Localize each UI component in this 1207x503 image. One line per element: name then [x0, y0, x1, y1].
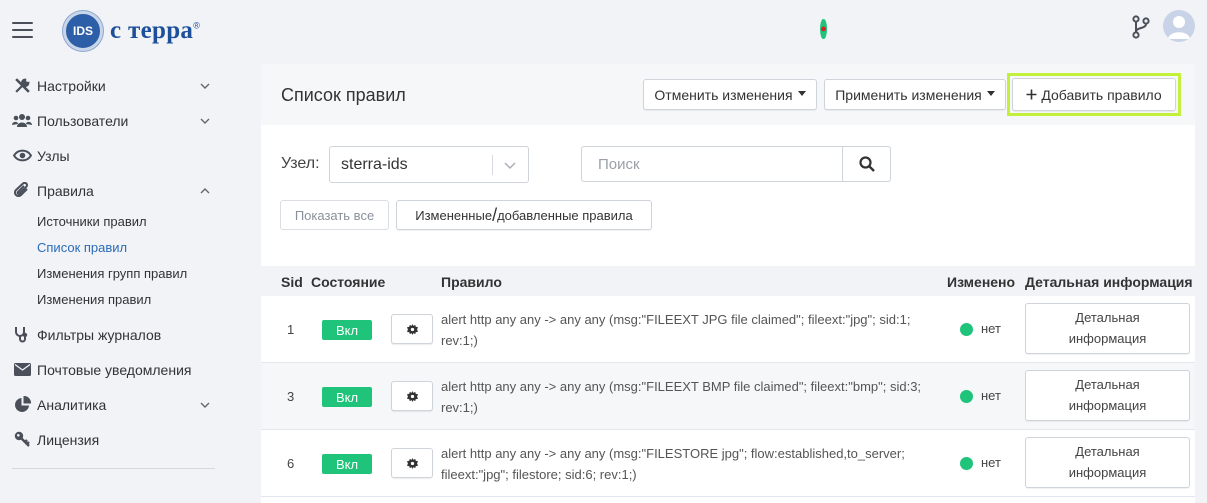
rule-sid: 1	[287, 322, 295, 337]
detail-info-button[interactable]: Детальная информация	[1025, 370, 1190, 421]
caret-down-icon	[986, 91, 995, 96]
sidebar-item-analytics[interactable]: Аналитика	[0, 387, 230, 422]
sidebar-subitem-rule-sources[interactable]: Источники правил	[0, 208, 230, 234]
brand-name: с •терра®	[110, 17, 828, 44]
gear-icon	[406, 457, 418, 469]
panel-header: Список правил Отменить изменения Примени…	[261, 64, 1195, 125]
show-all-button[interactable]: Показать все	[280, 200, 389, 230]
table-row: 6 Вкл alert http any any -> any any (msg…	[261, 430, 1195, 497]
apply-changes-button[interactable]: Применить изменения	[824, 79, 1006, 110]
git-branch-icon[interactable]	[1131, 15, 1151, 39]
hamburger-menu-icon[interactable]	[12, 22, 33, 38]
users-icon	[12, 113, 32, 129]
rule-sid: 3	[287, 389, 295, 404]
sidebar-subitem-rule-changes[interactable]: Изменения правил	[0, 286, 230, 312]
node-select[interactable]: sterra-ids	[329, 146, 529, 183]
sidebar-item-label: Пользователи	[37, 112, 129, 129]
rule-text: alert http any any -> any any (msg:"FILE…	[441, 379, 922, 415]
logo: IDS с •терра®	[63, 11, 828, 51]
status-badge[interactable]: Вкл	[322, 320, 372, 340]
rule-list-panel: Список правил Отменить изменения Примени…	[261, 64, 1195, 503]
cancel-changes-button[interactable]: Отменить изменения	[643, 79, 817, 110]
sidebar-item-label: Лицензия	[37, 431, 100, 448]
gear-icon	[406, 323, 418, 335]
chevron-down-icon	[200, 83, 210, 89]
detail-info-button[interactable]: Детальная информация	[1025, 303, 1190, 354]
top-bar: IDS с •терра®	[0, 0, 1207, 60]
caret-down-icon	[797, 91, 806, 96]
sidebar-item-label: Почтовые уведомления	[37, 361, 192, 378]
sidebar-item-label: Аналитика	[37, 396, 107, 413]
eye-icon	[12, 148, 32, 164]
sidebar-item-label: Фильтры журналов	[37, 326, 162, 343]
column-header-sid: Sid	[281, 274, 303, 290]
pie-chart-icon	[12, 396, 32, 413]
page-title: Список правил	[281, 85, 406, 105]
sidebar-subitem-rule-list[interactable]: Список правил	[0, 234, 230, 260]
rule-text: alert http any any -> any any (msg:"FILE…	[441, 446, 905, 482]
sidebar-item-label: Настройки	[37, 77, 106, 94]
table-header: Sid Состояние Правило Изменено Детальная…	[261, 266, 1195, 296]
changed-value: нет	[981, 321, 1001, 336]
changed-added-rules-button[interactable]: Измененные / добавленные правила	[396, 200, 652, 230]
changed-status-dot	[960, 323, 973, 336]
wrench-icon	[12, 78, 32, 94]
changed-status-dot	[960, 390, 973, 403]
chevron-up-icon	[200, 188, 210, 194]
sidebar-item-label: Правила	[37, 182, 94, 199]
stethoscope-icon	[12, 327, 32, 343]
sidebar-item-license[interactable]: Лицензия	[0, 422, 230, 457]
key-icon	[12, 431, 32, 448]
rule-settings-button[interactable]	[391, 381, 433, 411]
changed-value: нет	[981, 455, 1001, 470]
paperclip-icon	[12, 182, 32, 199]
sidebar-item-label: Узлы	[37, 147, 70, 164]
table-row: 1 Вкл alert http any any -> any any (msg…	[261, 296, 1195, 363]
search-icon	[858, 156, 875, 172]
gear-icon	[406, 390, 418, 402]
user-avatar-icon[interactable]	[1163, 10, 1195, 42]
sidebar-item-rules[interactable]: Правила	[0, 173, 230, 208]
node-label: Узел:	[281, 155, 320, 172]
column-header-changed: Изменено	[947, 274, 1016, 290]
rule-text: alert http any any -> any any (msg:"FILE…	[441, 312, 911, 348]
sidebar-item-users[interactable]: Пользователи	[0, 103, 230, 138]
plus-icon	[1026, 89, 1037, 100]
search-input[interactable]	[582, 147, 842, 181]
add-rule-button[interactable]: Добавить правило	[1012, 78, 1176, 111]
changed-status-dot	[960, 457, 973, 470]
detail-info-button[interactable]: Детальная информация	[1025, 437, 1190, 488]
sidebar: Настройки Пользователи Узлы Правила Исто…	[0, 68, 230, 469]
status-badge[interactable]: Вкл	[322, 454, 372, 474]
sidebar-item-mail-notifications[interactable]: Почтовые уведомления	[0, 352, 230, 387]
rule-settings-button[interactable]	[391, 448, 433, 478]
column-header-state: Состояние	[311, 274, 386, 290]
sidebar-item-nodes[interactable]: Узлы	[0, 138, 230, 173]
envelope-icon	[12, 362, 32, 378]
column-header-detail: Детальная информация	[1025, 274, 1193, 290]
ids-logo-badge: IDS	[63, 11, 103, 51]
chevron-down-icon	[504, 162, 516, 170]
rule-sid: 6	[287, 456, 295, 471]
column-header-rule: Правило	[441, 274, 502, 290]
sidebar-item-settings[interactable]: Настройки	[0, 68, 230, 103]
changed-value: нет	[981, 388, 1001, 403]
chevron-down-icon	[200, 118, 210, 124]
sidebar-subitem-rule-group-changes[interactable]: Изменения групп правил	[0, 260, 230, 286]
table-row: 3 Вкл alert http any any -> any any (msg…	[261, 363, 1195, 430]
status-badge[interactable]: Вкл	[322, 387, 372, 407]
search-box	[581, 146, 891, 182]
search-button[interactable]	[842, 147, 890, 181]
sidebar-divider	[12, 468, 215, 469]
sidebar-item-log-filters[interactable]: Фильтры журналов	[0, 317, 230, 352]
add-rule-highlight: Добавить правило	[1007, 73, 1181, 116]
rule-settings-button[interactable]	[391, 314, 433, 344]
chevron-down-icon	[200, 402, 210, 408]
